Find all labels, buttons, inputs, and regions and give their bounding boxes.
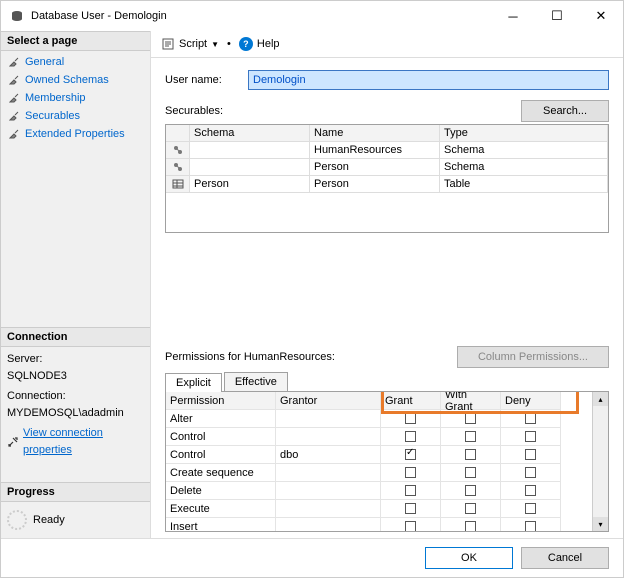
- connection-header: Connection: [1, 327, 150, 347]
- checkbox[interactable]: [465, 431, 476, 442]
- main-panel: Script ▼ • ? Help User name: Securables:…: [151, 31, 623, 538]
- page-icon: [7, 91, 21, 105]
- col-deny[interactable]: Deny: [501, 392, 561, 410]
- checkbox[interactable]: [405, 431, 416, 442]
- col-schema[interactable]: Schema: [190, 125, 310, 142]
- checkbox[interactable]: [525, 413, 536, 424]
- progress-status: Ready: [33, 514, 65, 526]
- minimize-button[interactable]: ─: [491, 1, 535, 31]
- checkbox[interactable]: [405, 485, 416, 496]
- checkbox[interactable]: [465, 485, 476, 496]
- securables-label: Securables:: [165, 105, 521, 117]
- script-button[interactable]: Script ▼: [161, 37, 219, 51]
- ok-button[interactable]: OK: [425, 547, 513, 569]
- permission-row[interactable]: Alter: [166, 410, 592, 428]
- server-label: Server:: [7, 351, 144, 368]
- search-button[interactable]: Search...: [521, 100, 609, 122]
- connection-icon: [7, 436, 19, 448]
- select-page-header: Select a page: [1, 31, 150, 51]
- username-input[interactable]: [248, 70, 609, 90]
- col-grantor[interactable]: Grantor: [276, 392, 381, 410]
- row-icon: [166, 142, 190, 159]
- checkbox[interactable]: [525, 521, 536, 532]
- help-icon: ?: [239, 37, 253, 51]
- page-icon: [7, 73, 21, 87]
- page-icon: [7, 127, 21, 141]
- col-permission[interactable]: Permission: [166, 392, 276, 410]
- checkbox[interactable]: [465, 449, 476, 460]
- column-permissions-button: Column Permissions...: [457, 346, 609, 368]
- sidebar-item-owned-schemas[interactable]: Owned Schemas: [1, 71, 150, 89]
- permission-row[interactable]: Insert: [166, 518, 592, 532]
- checkbox[interactable]: [465, 503, 476, 514]
- page-icon: [7, 55, 21, 69]
- sidebar: Select a page GeneralOwned SchemasMember…: [1, 31, 151, 538]
- page-icon: [7, 109, 21, 123]
- dialog-footer: OK Cancel: [1, 538, 623, 577]
- permission-row[interactable]: Controldbo: [166, 446, 592, 464]
- scroll-up-icon[interactable]: ▴: [593, 392, 608, 406]
- securables-grid[interactable]: Schema Name Type HumanResourcesSchemaPer…: [165, 124, 609, 233]
- checkbox[interactable]: [465, 467, 476, 478]
- permission-row[interactable]: Execute: [166, 500, 592, 518]
- window-title: Database User - Demologin: [31, 10, 491, 22]
- help-button[interactable]: ? Help: [239, 37, 280, 51]
- permission-row[interactable]: Create sequence: [166, 464, 592, 482]
- scroll-down-icon[interactable]: ▾: [593, 517, 608, 531]
- col-grant[interactable]: Grant: [381, 392, 441, 410]
- app-icon: [9, 8, 25, 24]
- permissions-scrollbar[interactable]: ▴ ▾: [592, 392, 608, 531]
- progress-header: Progress: [1, 482, 150, 502]
- sidebar-item-extended-properties[interactable]: Extended Properties: [1, 125, 150, 143]
- progress-spinner-icon: [7, 510, 27, 530]
- checkbox[interactable]: [525, 485, 536, 496]
- toolbar: Script ▼ • ? Help: [151, 31, 623, 58]
- cancel-button[interactable]: Cancel: [521, 547, 609, 569]
- permission-row[interactable]: Delete: [166, 482, 592, 500]
- sidebar-item-general[interactable]: General: [1, 53, 150, 71]
- col-with-grant[interactable]: With Grant: [441, 392, 501, 410]
- col-type[interactable]: Type: [440, 125, 608, 142]
- maximize-button[interactable]: ☐: [535, 1, 579, 31]
- close-button[interactable]: ✕: [579, 1, 623, 31]
- col-name[interactable]: Name: [310, 125, 440, 142]
- username-label: User name:: [165, 74, 240, 86]
- checkbox[interactable]: [405, 503, 416, 514]
- row-icon: [166, 176, 190, 193]
- sidebar-item-membership[interactable]: Membership: [1, 89, 150, 107]
- checkbox[interactable]: [525, 431, 536, 442]
- securables-row[interactable]: PersonPersonTable: [166, 176, 608, 193]
- checkbox[interactable]: [405, 449, 416, 460]
- connection-label: Connection:: [7, 388, 144, 405]
- row-icon: [166, 159, 190, 176]
- checkbox[interactable]: [525, 449, 536, 460]
- tab-explicit[interactable]: Explicit: [165, 373, 222, 392]
- sidebar-item-securables[interactable]: Securables: [1, 107, 150, 125]
- titlebar: Database User - Demologin ─ ☐ ✕: [1, 1, 623, 31]
- checkbox[interactable]: [465, 521, 476, 532]
- permission-row[interactable]: Control: [166, 428, 592, 446]
- connection-value: MYDEMOSQL\adadmin: [7, 405, 144, 422]
- checkbox[interactable]: [525, 467, 536, 478]
- tab-effective[interactable]: Effective: [224, 372, 288, 391]
- view-connection-properties-link[interactable]: View connection properties: [7, 425, 144, 458]
- checkbox[interactable]: [405, 521, 416, 532]
- checkbox[interactable]: [465, 413, 476, 424]
- checkbox[interactable]: [525, 503, 536, 514]
- securables-row[interactable]: PersonSchema: [166, 159, 608, 176]
- securables-row[interactable]: HumanResourcesSchema: [166, 142, 608, 159]
- checkbox[interactable]: [405, 467, 416, 478]
- script-icon: [161, 37, 175, 51]
- checkbox[interactable]: [405, 413, 416, 424]
- chevron-down-icon: ▼: [211, 40, 219, 49]
- server-value: SQLNODE3: [7, 368, 144, 385]
- permissions-grid[interactable]: Permission Grantor Grant With Grant Deny…: [166, 392, 592, 531]
- permissions-label: Permissions for HumanResources:: [165, 351, 457, 363]
